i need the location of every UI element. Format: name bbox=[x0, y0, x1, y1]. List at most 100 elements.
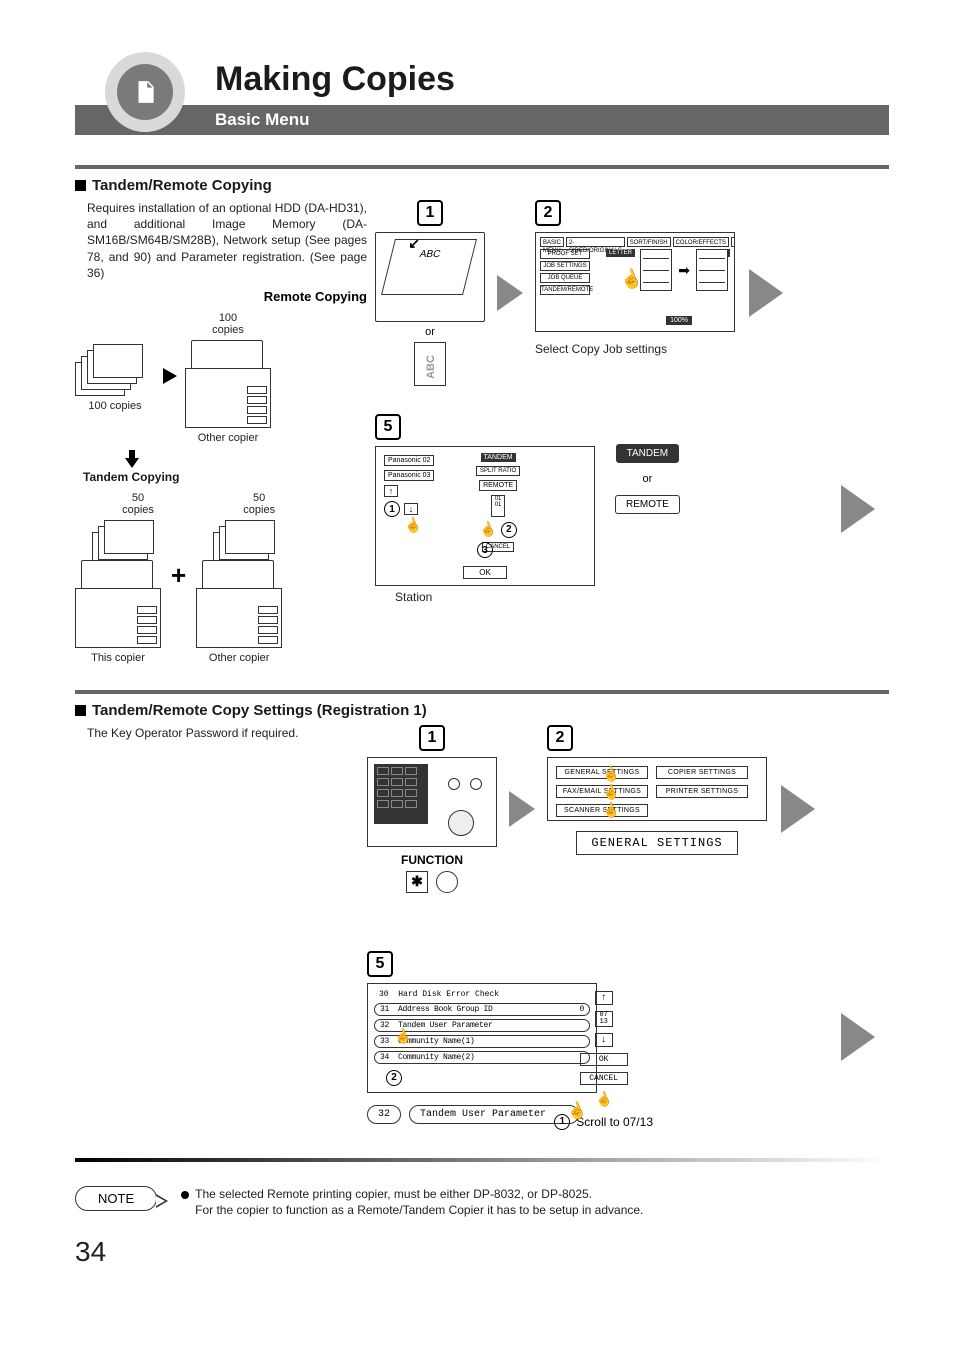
tandem-copying-label: Tandem Copying bbox=[83, 470, 375, 484]
tandem-badge: TANDEM bbox=[481, 453, 516, 462]
station-caption: Station bbox=[395, 590, 432, 604]
lcd-side-button: TANDEM/REMOTE bbox=[540, 285, 590, 295]
asterisk-key-icon: ✱ bbox=[406, 871, 428, 893]
step-2: 2 BASIC MENU 2-SIDED/ORIGINALS SORT/FINI… bbox=[535, 200, 735, 356]
lcd-arrow-icon: ➡ bbox=[678, 262, 690, 279]
adf-abc-label: ABC bbox=[418, 249, 441, 260]
header-icon bbox=[105, 52, 185, 132]
section-heading-text: Tandem/Remote Copy Settings (Registratio… bbox=[92, 702, 427, 719]
copier-illustration bbox=[185, 340, 271, 428]
copier-illustration bbox=[75, 560, 161, 648]
section-heading-settings: Tandem/Remote Copy Settings (Registratio… bbox=[75, 702, 889, 719]
lcd-side-button: JOB SETTINGS bbox=[540, 261, 590, 271]
caption-this-copier: This copier bbox=[91, 652, 145, 664]
ratio-box: 0101 bbox=[491, 495, 505, 517]
document-icon bbox=[132, 79, 158, 105]
arrow-right-large-icon bbox=[841, 485, 875, 533]
remote-button: REMOTE bbox=[615, 495, 680, 514]
callout-2: 2 bbox=[501, 522, 517, 538]
platen-abc-label: ABC bbox=[425, 355, 437, 379]
page-title: Making Copies bbox=[75, 60, 889, 99]
section-heading-text: Tandem/Remote Copying bbox=[92, 177, 272, 194]
callout-3: 3 bbox=[477, 542, 493, 558]
note-line-1: The selected Remote printing copier, mus… bbox=[195, 1187, 592, 1201]
bullet-icon bbox=[181, 1191, 189, 1199]
tandem-button: TANDEM bbox=[616, 444, 679, 463]
copier-illustration bbox=[196, 560, 282, 648]
paper-stack-illustration bbox=[207, 516, 271, 560]
section2-intro: The Key Operator Password if required. bbox=[87, 725, 367, 741]
ok-button: OK bbox=[463, 566, 507, 579]
step-number-5: 5 bbox=[367, 951, 393, 977]
arrow-right-icon bbox=[163, 368, 177, 384]
row-text: Hard Disk Error Check bbox=[398, 990, 499, 999]
lcd-side-button: PROOF SET bbox=[540, 249, 590, 259]
row-num: 34 bbox=[380, 1053, 389, 1062]
platen-illustration: ABC bbox=[414, 342, 446, 386]
lcd-tab: COLOR/EFFECTS bbox=[673, 237, 729, 247]
control-panel-illustration bbox=[367, 757, 497, 847]
lcd-tab: BASIC MENU bbox=[540, 237, 564, 247]
row-num: 30 bbox=[379, 990, 389, 999]
step2-caption: Select Copy Job settings bbox=[535, 342, 667, 356]
lcd-paper-icon bbox=[696, 249, 728, 291]
callout-number-box: 32 bbox=[367, 1105, 401, 1124]
remote-copying-label: Remote Copying bbox=[75, 289, 367, 304]
lcd-side-button: JOB QUEUE bbox=[540, 273, 590, 283]
note-label: NOTE bbox=[75, 1186, 157, 1211]
tandem-screen: Panasonic 02 Panasonic 03 ↑ 1 ↓ TANDEM bbox=[375, 446, 595, 586]
lcd-screen: BASIC MENU 2-SIDED/ORIGINALS SORT/FINISH… bbox=[535, 232, 735, 332]
note-block: NOTE The selected Remote printing copier… bbox=[75, 1186, 889, 1218]
or-label: or bbox=[643, 473, 653, 485]
s2-step-2: 2 GENERAL SETTINGS COPIER SETTINGS FAX/E… bbox=[547, 725, 767, 855]
lcd-tab: SORT/FINISH bbox=[627, 237, 671, 247]
lcd-letter-badge: LETTER bbox=[606, 249, 635, 257]
arrow-right-large-icon bbox=[497, 275, 523, 311]
section-divider bbox=[75, 165, 889, 169]
s2-step-5: 5 30 Hard Disk Error Check 31 Address Bo… bbox=[367, 951, 597, 1124]
page-header: Making Copies Basic Menu bbox=[75, 60, 889, 135]
caption-50-copies-2: 50 copies bbox=[243, 492, 275, 516]
lcd-tab: 2-SIDED/ORIGINALS bbox=[566, 237, 625, 247]
ok-button: OK bbox=[580, 1053, 628, 1066]
lcd-zoom-badge: 100% bbox=[666, 316, 692, 325]
caption-100-copies: 100 copies bbox=[88, 400, 141, 412]
step-number-2: 2 bbox=[547, 725, 573, 751]
caption-50-copies-1: 50 copies bbox=[122, 492, 154, 516]
settings-option: PRINTER SETTINGS bbox=[656, 785, 748, 798]
remote-label: REMOTE bbox=[479, 480, 517, 491]
step-5: 5 Panasonic 02 Panasonic 03 ↑ 1 ↓ bbox=[375, 414, 595, 604]
adf-illustration: ABC ↙ bbox=[375, 232, 485, 322]
row-num: 32 bbox=[380, 1021, 389, 1030]
adf-arrow-icon: ↙ bbox=[408, 235, 420, 252]
split-ratio-label: SPLIT RATIO bbox=[476, 466, 520, 476]
caption-other-copier: Other copier bbox=[198, 432, 259, 444]
page-number: 34 bbox=[75, 1236, 889, 1268]
arrow-right-large-icon bbox=[749, 269, 783, 317]
general-settings-button: GENERAL SETTINGS bbox=[576, 831, 737, 855]
caption-other-copier-2: Other copier bbox=[209, 652, 270, 664]
arrow-right-large-icon bbox=[509, 791, 535, 827]
station-item: Panasonic 02 bbox=[384, 455, 434, 466]
lcd-tab-row: BASIC MENU 2-SIDED/ORIGINALS SORT/FINISH… bbox=[540, 237, 730, 247]
paper-stack-illustration bbox=[86, 516, 150, 560]
bullet-square-icon bbox=[75, 705, 86, 716]
or-label: or bbox=[425, 326, 435, 338]
row-text: Tandem User Parameter bbox=[398, 1021, 493, 1030]
callout-2: 2 bbox=[386, 1070, 402, 1086]
pointing-hand-icon: ☝ bbox=[600, 799, 622, 821]
bottom-divider bbox=[75, 1158, 889, 1162]
function-label: FUNCTION bbox=[401, 853, 463, 867]
scroll-up-icon: ↑ bbox=[384, 485, 398, 497]
paper-stack-illustration bbox=[75, 340, 155, 396]
bullet-square-icon bbox=[75, 180, 86, 191]
step-number-1: 1 bbox=[419, 725, 445, 751]
note-line-2: For the copier to function as a Remote/T… bbox=[195, 1202, 643, 1218]
caption-100-copies-short: 100 copies bbox=[212, 312, 244, 336]
row-num: 31 bbox=[380, 1005, 389, 1014]
row-text: Address Book Group ID bbox=[398, 1005, 493, 1014]
step-number-2: 2 bbox=[535, 200, 561, 226]
station-item: Panasonic 03 bbox=[384, 470, 434, 481]
arrow-right-large-icon bbox=[841, 1013, 875, 1061]
arrow-down-icon bbox=[125, 450, 139, 468]
